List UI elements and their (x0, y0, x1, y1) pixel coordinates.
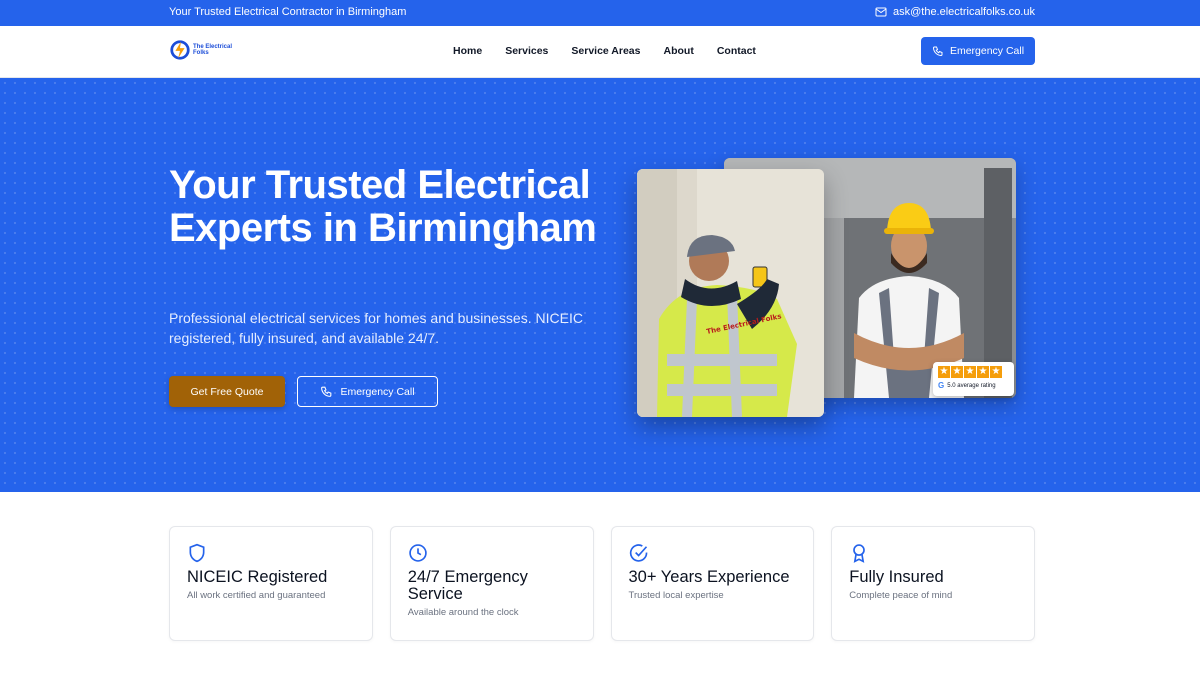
hero-lead: Professional electrical services for hom… (169, 310, 583, 346)
star-icon: ★ (977, 366, 989, 378)
top-bar-email-link[interactable]: ask@the.electricalfolks.co.uk (875, 6, 1035, 18)
nav-link-contact[interactable]: Contact (717, 45, 756, 57)
navbar: The Electrical Folks Home Services Servi… (0, 26, 1200, 78)
feature-title: Fully Insured (849, 568, 944, 586)
hero-emergency-call-label: Emergency Call (340, 385, 415, 398)
feature-text: All work certified and guaranteed (187, 590, 326, 601)
feature-card-experience: 30+ Years Experience Trusted local exper… (610, 526, 815, 641)
feature-text: Complete peace of mind (849, 590, 953, 601)
shield-icon (189, 543, 205, 563)
feature-text: Available around the clock (407, 607, 519, 618)
top-bar-tagline: Your Trusted Electrical Contractor in Bi… (169, 6, 407, 18)
star-icon: ★ (951, 366, 963, 378)
star-icon: ★ (938, 366, 950, 378)
phone-icon (932, 46, 943, 57)
clock-icon (409, 544, 427, 562)
email-text: ask@the.electricalfolks.co.uk (892, 6, 1035, 18)
google-icon: G (938, 381, 945, 390)
award-icon (853, 544, 866, 563)
rating-stars: ★ ★ ★ ★ ★ (938, 366, 1009, 378)
logo-text: The Electrical Folks (193, 43, 233, 57)
nav-link-service-areas[interactable]: Service Areas (571, 45, 640, 57)
hero-section: Your Trusted Electrical Experts in Birmi… (0, 78, 1200, 492)
features-row: NICEIC Registered All work certified and… (169, 526, 1035, 642)
mail-icon (875, 7, 887, 17)
get-free-quote-button[interactable]: Get Free Quote (169, 376, 285, 407)
phone-icon (321, 386, 332, 397)
google-rating-badge: ★ ★ ★ ★ ★ G 5.0 average rating (933, 362, 1014, 396)
rating-label: 5.0 average rating (947, 382, 996, 389)
main-nav: Home Services Service Areas About Contac… (453, 45, 756, 57)
logo[interactable]: The Electrical Folks (169, 39, 233, 61)
star-icon: ★ (964, 366, 976, 378)
top-bar: Your Trusted Electrical Contractor in Bi… (0, 0, 1200, 26)
feature-title: 30+ Years Experience (628, 568, 790, 586)
feature-title: NICEIC Registered (187, 568, 328, 586)
nav-link-home[interactable]: Home (453, 45, 482, 57)
nav-link-services[interactable]: Services (505, 45, 548, 57)
hero-title: Your Trusted Electrical Experts in Birmi… (169, 163, 597, 250)
electrician-hivis-photo: The Electrical Folks (637, 169, 824, 417)
feature-card-emergency: 24/7 Emergency Service Available around … (389, 526, 594, 641)
logo-mark-icon (170, 40, 190, 60)
nav-link-about[interactable]: About (664, 45, 694, 57)
hero-emergency-call-button[interactable]: Emergency Call (297, 376, 438, 407)
star-icon: ★ (990, 366, 1002, 378)
feature-card-insured: Fully Insured Complete peace of mind (831, 526, 1035, 641)
nav-emergency-call-label: Emergency Call (949, 45, 1025, 57)
feature-text: Trusted local expertise (628, 590, 724, 601)
feature-card-niceic: NICEIC Registered All work certified and… (169, 526, 373, 641)
feature-title: 24/7 Emergency Service (407, 568, 528, 603)
nav-emergency-call-button[interactable]: Emergency Call (921, 37, 1035, 65)
check-circle-icon (629, 544, 647, 562)
